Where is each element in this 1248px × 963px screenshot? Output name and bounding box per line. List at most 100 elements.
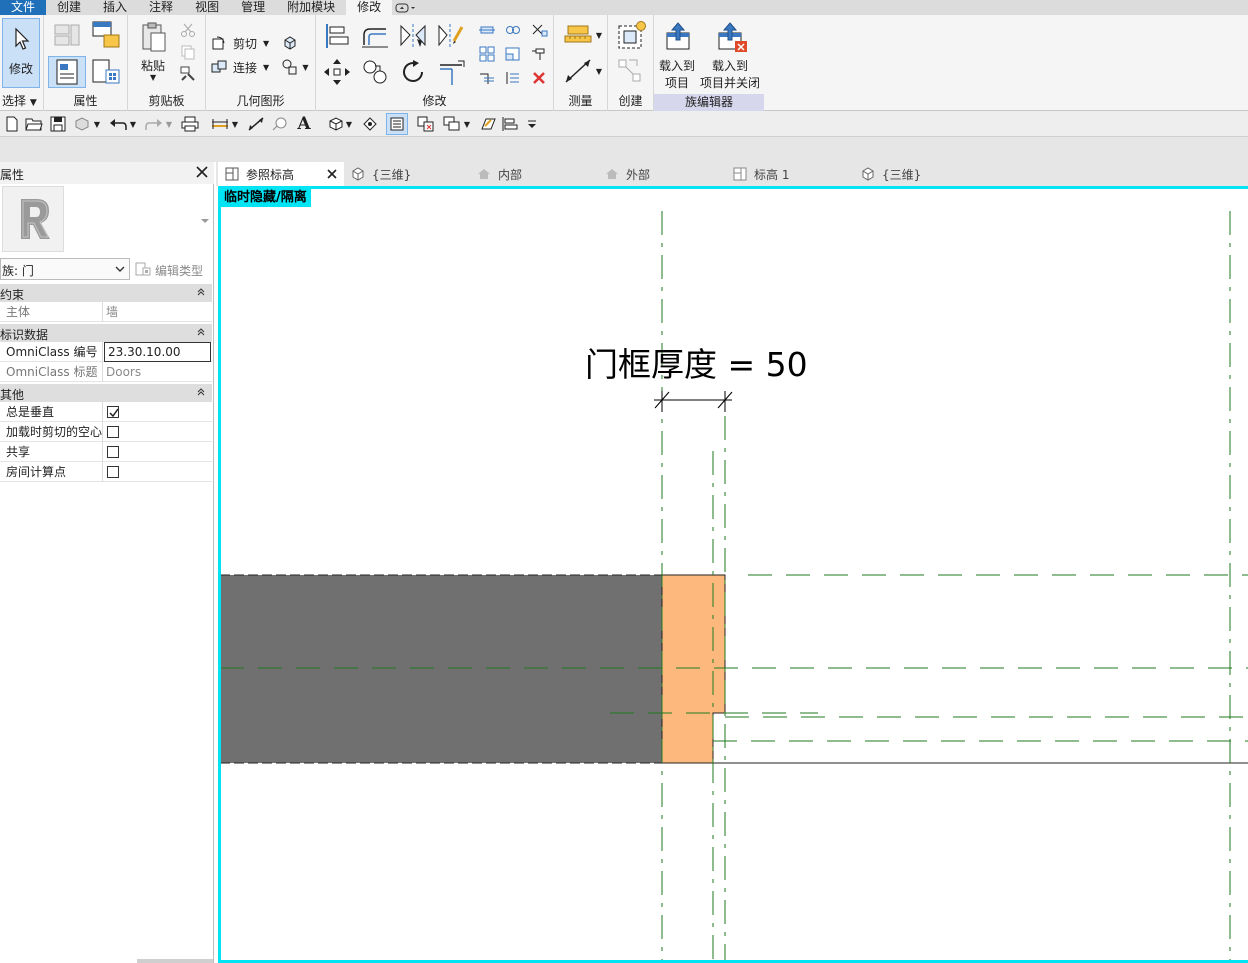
type-properties-button[interactable] (88, 56, 124, 88)
property-value: 墙 (106, 305, 119, 319)
redo-dropdown-icon[interactable]: ▼ (164, 114, 174, 134)
view-tab-3d-1[interactable]: {三维} (350, 162, 476, 186)
frame-thickness-dimension[interactable] (654, 391, 733, 412)
align-button[interactable] (320, 19, 354, 53)
3d-view-dropdown-icon[interactable]: ▼ (344, 114, 354, 134)
cut-geometry-button[interactable]: 剪切 ▼ (210, 33, 276, 53)
wall-section[interactable] (220, 575, 663, 763)
wall-joins-button[interactable] (280, 33, 300, 53)
modify-button[interactable]: 修改 (2, 18, 40, 88)
move-button[interactable] (320, 55, 354, 89)
family-category-button[interactable] (88, 19, 124, 51)
join-geometry-button[interactable]: 连接 ▼ (210, 57, 276, 77)
measure-between-button[interactable]: ▼ (558, 19, 606, 51)
trim-single-button[interactable] (476, 69, 498, 87)
measure-qat-icon[interactable] (246, 114, 266, 134)
pin-button[interactable] (528, 45, 550, 63)
tab-insert[interactable]: 插入 (92, 0, 138, 15)
copy-element-button[interactable] (358, 55, 392, 89)
door-frame[interactable] (661, 574, 726, 764)
new-file-icon[interactable] (2, 114, 22, 134)
section-icon[interactable] (360, 114, 380, 134)
default-3d-view-icon[interactable] (326, 114, 346, 134)
delete-button[interactable] (528, 69, 550, 87)
text-icon[interactable]: A (294, 114, 314, 134)
create-similar-button[interactable] (612, 19, 650, 53)
undo-dropdown-icon[interactable]: ▼ (128, 114, 138, 134)
view-tab-ref-level[interactable]: 参照标高 (218, 162, 344, 186)
thin-lines-icon[interactable] (386, 113, 408, 135)
properties-button[interactable] (48, 56, 86, 88)
load-into-project-button[interactable]: 载入到 项目 (656, 19, 700, 91)
section-other[interactable]: 其他 (0, 384, 212, 402)
trim-single-icon (480, 73, 494, 84)
view-tab-3d-2[interactable]: {三维} (860, 162, 988, 186)
copy-button[interactable] (178, 42, 198, 62)
trim-extend-button[interactable] (434, 55, 468, 89)
select-dropdown[interactable]: 选择 ▼ (0, 92, 43, 109)
redo-icon[interactable] (144, 114, 164, 134)
tab-addins[interactable]: 附加模块 (276, 0, 346, 15)
sync-dropdown-icon[interactable]: ▼ (92, 114, 102, 134)
edit-type-button[interactable]: 编辑类型 (133, 258, 213, 280)
group-select: 修改 选择 ▼ (0, 15, 44, 111)
aligned-dimension-button[interactable]: ▼ (558, 55, 606, 87)
undo-icon[interactable] (108, 114, 128, 134)
mirror-pick-axis-button[interactable] (396, 19, 430, 53)
scale-button[interactable] (502, 45, 524, 63)
print-icon[interactable] (180, 114, 200, 134)
qat-customize-icon[interactable] (522, 114, 542, 134)
family-types-button[interactable] (50, 21, 84, 53)
view-tab-exterior[interactable]: 外部 (604, 162, 732, 186)
cut-with-voids-checkbox[interactable] (107, 426, 119, 438)
tag-icon[interactable] (270, 114, 290, 134)
array-button[interactable] (476, 45, 498, 63)
switch-windows-icon[interactable] (442, 114, 462, 134)
properties-scrollbar[interactable] (137, 959, 213, 963)
view-tab-interior[interactable]: 内部 (476, 162, 604, 186)
align-small-button[interactable] (476, 21, 498, 39)
aligned-dimension-icon (565, 59, 591, 83)
rotate-button[interactable] (396, 55, 430, 89)
paste-button[interactable]: 粘贴 ▼ (134, 19, 174, 91)
close-icon[interactable] (194, 164, 210, 180)
section-identity-data[interactable]: 标识数据 (0, 324, 212, 342)
view-tab-level-1[interactable]: 标高 1 (732, 162, 860, 186)
drawing-area[interactable]: 临时隐藏/隔离 门框厚度 = 50 (218, 186, 1248, 963)
tab-view[interactable]: 视图 (184, 0, 230, 15)
type-selector-dropdown[interactable] (200, 214, 210, 228)
shared-checkbox[interactable] (107, 446, 119, 458)
trim-multiple-button[interactable] (502, 69, 524, 87)
tab-annotate[interactable]: 注释 (138, 0, 184, 15)
create-group-button[interactable] (612, 55, 650, 89)
always-vertical-checkbox[interactable] (107, 406, 119, 418)
open-folder-icon[interactable] (24, 114, 44, 134)
split-face-button[interactable]: ▼ (278, 57, 312, 77)
align-qat-icon[interactable] (500, 114, 520, 134)
section-constraints[interactable]: 约束 (0, 284, 212, 302)
tab-manage[interactable]: 管理 (230, 0, 276, 15)
offset-small-button[interactable] (502, 21, 524, 39)
cut-button[interactable] (178, 20, 198, 40)
offset-button[interactable] (358, 19, 392, 53)
frame-thickness-label[interactable]: 门框厚度 = 50 (585, 347, 808, 383)
close-hidden-windows-icon[interactable] (416, 114, 436, 134)
work-plane-icon[interactable] (478, 114, 498, 134)
tab-file[interactable]: 文件 (0, 0, 47, 15)
sync-icon[interactable] (72, 114, 92, 134)
load-into-project-close-button[interactable]: 载入到 项目并关闭 (700, 19, 764, 91)
save-icon[interactable] (48, 114, 68, 134)
match-properties-button[interactable] (178, 64, 198, 84)
switch-windows-dropdown-icon[interactable]: ▼ (462, 114, 472, 134)
tab-modify[interactable]: 修改 (346, 0, 393, 15)
dim-dropdown-icon[interactable]: ▼ (230, 114, 240, 134)
mirror-draw-axis-button[interactable] (434, 19, 468, 53)
tab-create[interactable]: 创建 (46, 0, 92, 15)
room-calculation-point-checkbox[interactable] (107, 466, 119, 478)
omniclass-number-field[interactable]: 23.30.10.00 (104, 342, 211, 362)
ribbon-minimize-icon[interactable] (392, 0, 420, 15)
close-tab-icon[interactable] (326, 168, 338, 180)
aligned-dim-qat-icon[interactable] (210, 114, 230, 134)
split-small-button[interactable] (528, 21, 550, 39)
family-filter-dropdown[interactable]: 族: 门 (0, 258, 130, 280)
